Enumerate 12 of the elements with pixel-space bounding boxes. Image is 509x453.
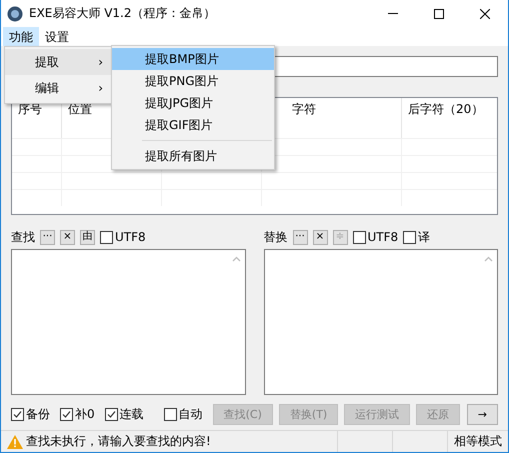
status-mode: 相等模式 [447, 431, 508, 452]
window-title: EXE易容大师 V1.2（程序：金帛） [29, 5, 216, 22]
option-label: 自动 [178, 406, 203, 422]
group-label: 替换 [264, 228, 288, 246]
option-label: UTF8 [115, 230, 146, 244]
option-label: UTF8 [368, 230, 398, 244]
option-label: 连载 [120, 406, 144, 422]
option-label: 译 [418, 228, 430, 246]
group-label: 查找 [11, 228, 35, 246]
option-label: 补0 [75, 406, 95, 422]
option-label: 备份 [26, 406, 50, 422]
status-message: 查找未执行，请输入要查找的内容! [25, 433, 212, 450]
